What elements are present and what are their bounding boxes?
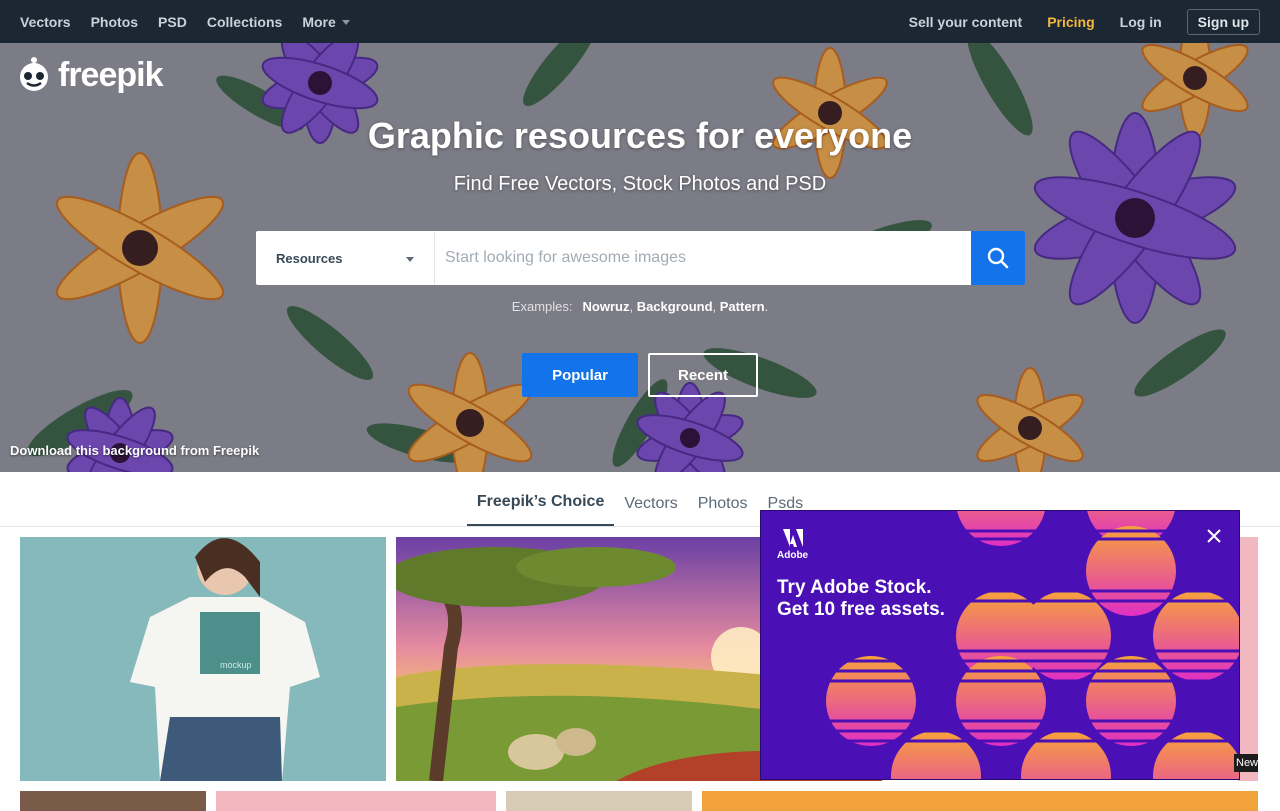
gallery-item-partial[interactable] bbox=[1238, 537, 1258, 781]
ad-sun-pattern-image bbox=[821, 511, 1239, 779]
hero-subtitle: Find Free Vectors, Stock Photos and PSD bbox=[453, 173, 827, 195]
freepik-logo-icon bbox=[20, 57, 48, 91]
close-icon[interactable] bbox=[1205, 527, 1223, 545]
nav-right: Sell your content Pricing Log in Sign up bbox=[909, 8, 1260, 35]
adobe-wordmark: Adobe bbox=[777, 550, 809, 561]
hero-title: Graphic resources for everyone bbox=[367, 115, 913, 156]
tab-photos[interactable]: Photos bbox=[688, 495, 758, 526]
gallery-row-2-item[interactable] bbox=[216, 791, 496, 811]
freepik-logo[interactable]: freepik bbox=[14, 55, 163, 95]
adobe-logo: Adobe bbox=[777, 529, 808, 561]
new-badge: New bbox=[1234, 754, 1258, 772]
nav-vectors[interactable]: Vectors bbox=[20, 14, 71, 30]
logo-wordmark: freepik bbox=[58, 55, 163, 94]
example-link[interactable]: Pattern bbox=[720, 299, 765, 314]
tab-freepiks-choice[interactable]: Freepik’s Choice bbox=[466, 493, 615, 526]
resource-type-select[interactable]: Resources bbox=[256, 231, 435, 285]
ad-headline: Try Adobe Stock. Get 10 free assets. bbox=[777, 577, 977, 621]
search-icon bbox=[987, 247, 1009, 269]
nav-left: Vectors Photos PSD Collections More bbox=[20, 14, 350, 30]
mockup-label: mockup bbox=[220, 660, 252, 670]
chevron-down-icon bbox=[341, 20, 350, 25]
nav-psd[interactable]: PSD bbox=[158, 14, 187, 30]
nav-collections[interactable]: Collections bbox=[207, 14, 282, 30]
sell-content-link[interactable]: Sell your content bbox=[909, 14, 1023, 30]
example-link[interactable]: Background bbox=[637, 299, 713, 314]
search-button[interactable] bbox=[971, 231, 1025, 285]
adobe-stock-ad[interactable]: Adobe Try Adobe Stock. Get 10 free asset… bbox=[760, 510, 1240, 780]
gallery-row-2-item[interactable] bbox=[702, 791, 1258, 811]
ad-headline-line1: Try Adobe Stock. bbox=[777, 577, 932, 598]
popular-button[interactable]: Popular bbox=[522, 353, 638, 397]
adobe-icon bbox=[782, 529, 803, 547]
search-examples: Examples: Nowruz, Background, Pattern. bbox=[511, 299, 769, 314]
nav-more-label: More bbox=[302, 13, 336, 30]
recent-button[interactable]: Recent bbox=[648, 353, 758, 397]
gallery-row-2-item[interactable] bbox=[506, 791, 692, 811]
ad-headline-line2: Get 10 free assets. bbox=[777, 599, 945, 620]
tab-vectors[interactable]: Vectors bbox=[614, 495, 687, 526]
pricing-link[interactable]: Pricing bbox=[1047, 14, 1094, 30]
top-nav: Vectors Photos PSD Collections More Sell… bbox=[0, 0, 1280, 43]
resource-type-value: Resources bbox=[276, 250, 343, 266]
background-credit-link[interactable]: Download this background from Freepik bbox=[10, 443, 259, 458]
signup-button[interactable]: Sign up bbox=[1186, 8, 1260, 35]
examples-label: Examples: bbox=[511, 299, 573, 314]
new-badge-label: New bbox=[1236, 757, 1258, 769]
tshirt-mockup-image bbox=[20, 537, 386, 781]
nav-more[interactable]: More bbox=[302, 13, 350, 30]
nav-photos[interactable]: Photos bbox=[91, 14, 138, 30]
login-link[interactable]: Log in bbox=[1120, 14, 1162, 30]
chevron-down-icon bbox=[406, 256, 414, 262]
search-input[interactable] bbox=[435, 231, 971, 285]
hero-banner: freepik Graphic resources for everyone F… bbox=[0, 43, 1280, 472]
gallery-item-tshirt-mockup[interactable]: mockup bbox=[20, 537, 386, 781]
search-bar: Resources bbox=[256, 231, 1025, 285]
example-link[interactable]: Nowruz bbox=[583, 299, 630, 314]
gallery-row-2-item[interactable] bbox=[20, 791, 206, 811]
